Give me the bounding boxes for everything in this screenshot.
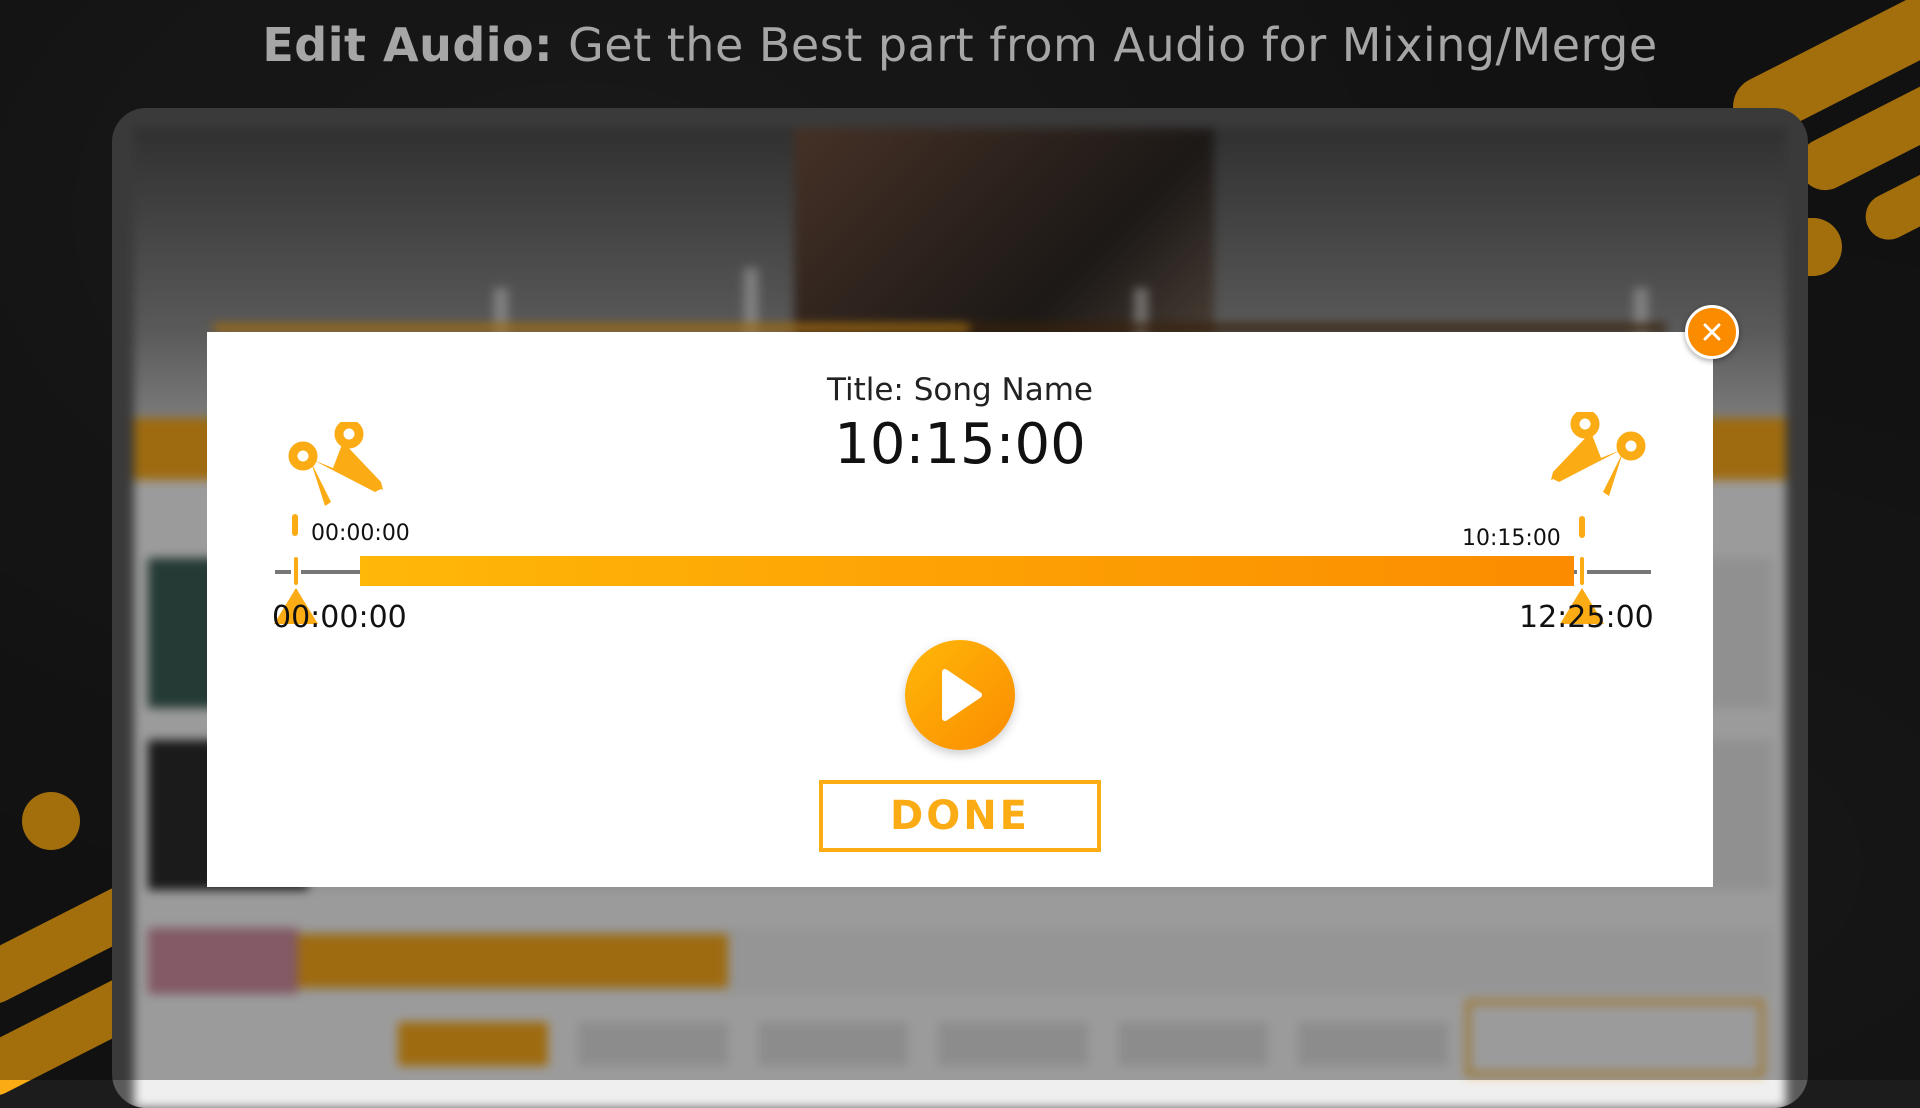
trim-selection — [360, 556, 1574, 586]
selection-duration: 10:15:00 — [834, 412, 1086, 477]
edit-audio-dialog: Title: Song Name 10:15:00 00:00:00 10:15… — [207, 332, 1713, 887]
play-icon — [942, 669, 982, 721]
trim-end-handle[interactable] — [1577, 554, 1587, 588]
trim-end-dash — [1579, 516, 1585, 538]
trim-start-dash — [292, 514, 298, 536]
close-icon — [1703, 323, 1721, 341]
done-button[interactable]: DONE — [819, 780, 1101, 852]
scissors-icon — [1551, 412, 1646, 496]
scissors-icon — [288, 422, 383, 506]
song-title: Title: Song Name — [826, 372, 1093, 408]
trim-end-time: 10:15:00 — [1462, 526, 1561, 551]
trim-start-handle[interactable] — [291, 554, 301, 588]
track-end-time: 12:25:00 — [1519, 600, 1654, 635]
play-button[interactable] — [905, 640, 1015, 750]
track-start-time: 00:00:00 — [272, 600, 407, 635]
trim-start-time: 00:00:00 — [311, 521, 410, 546]
close-button[interactable] — [1685, 305, 1739, 359]
